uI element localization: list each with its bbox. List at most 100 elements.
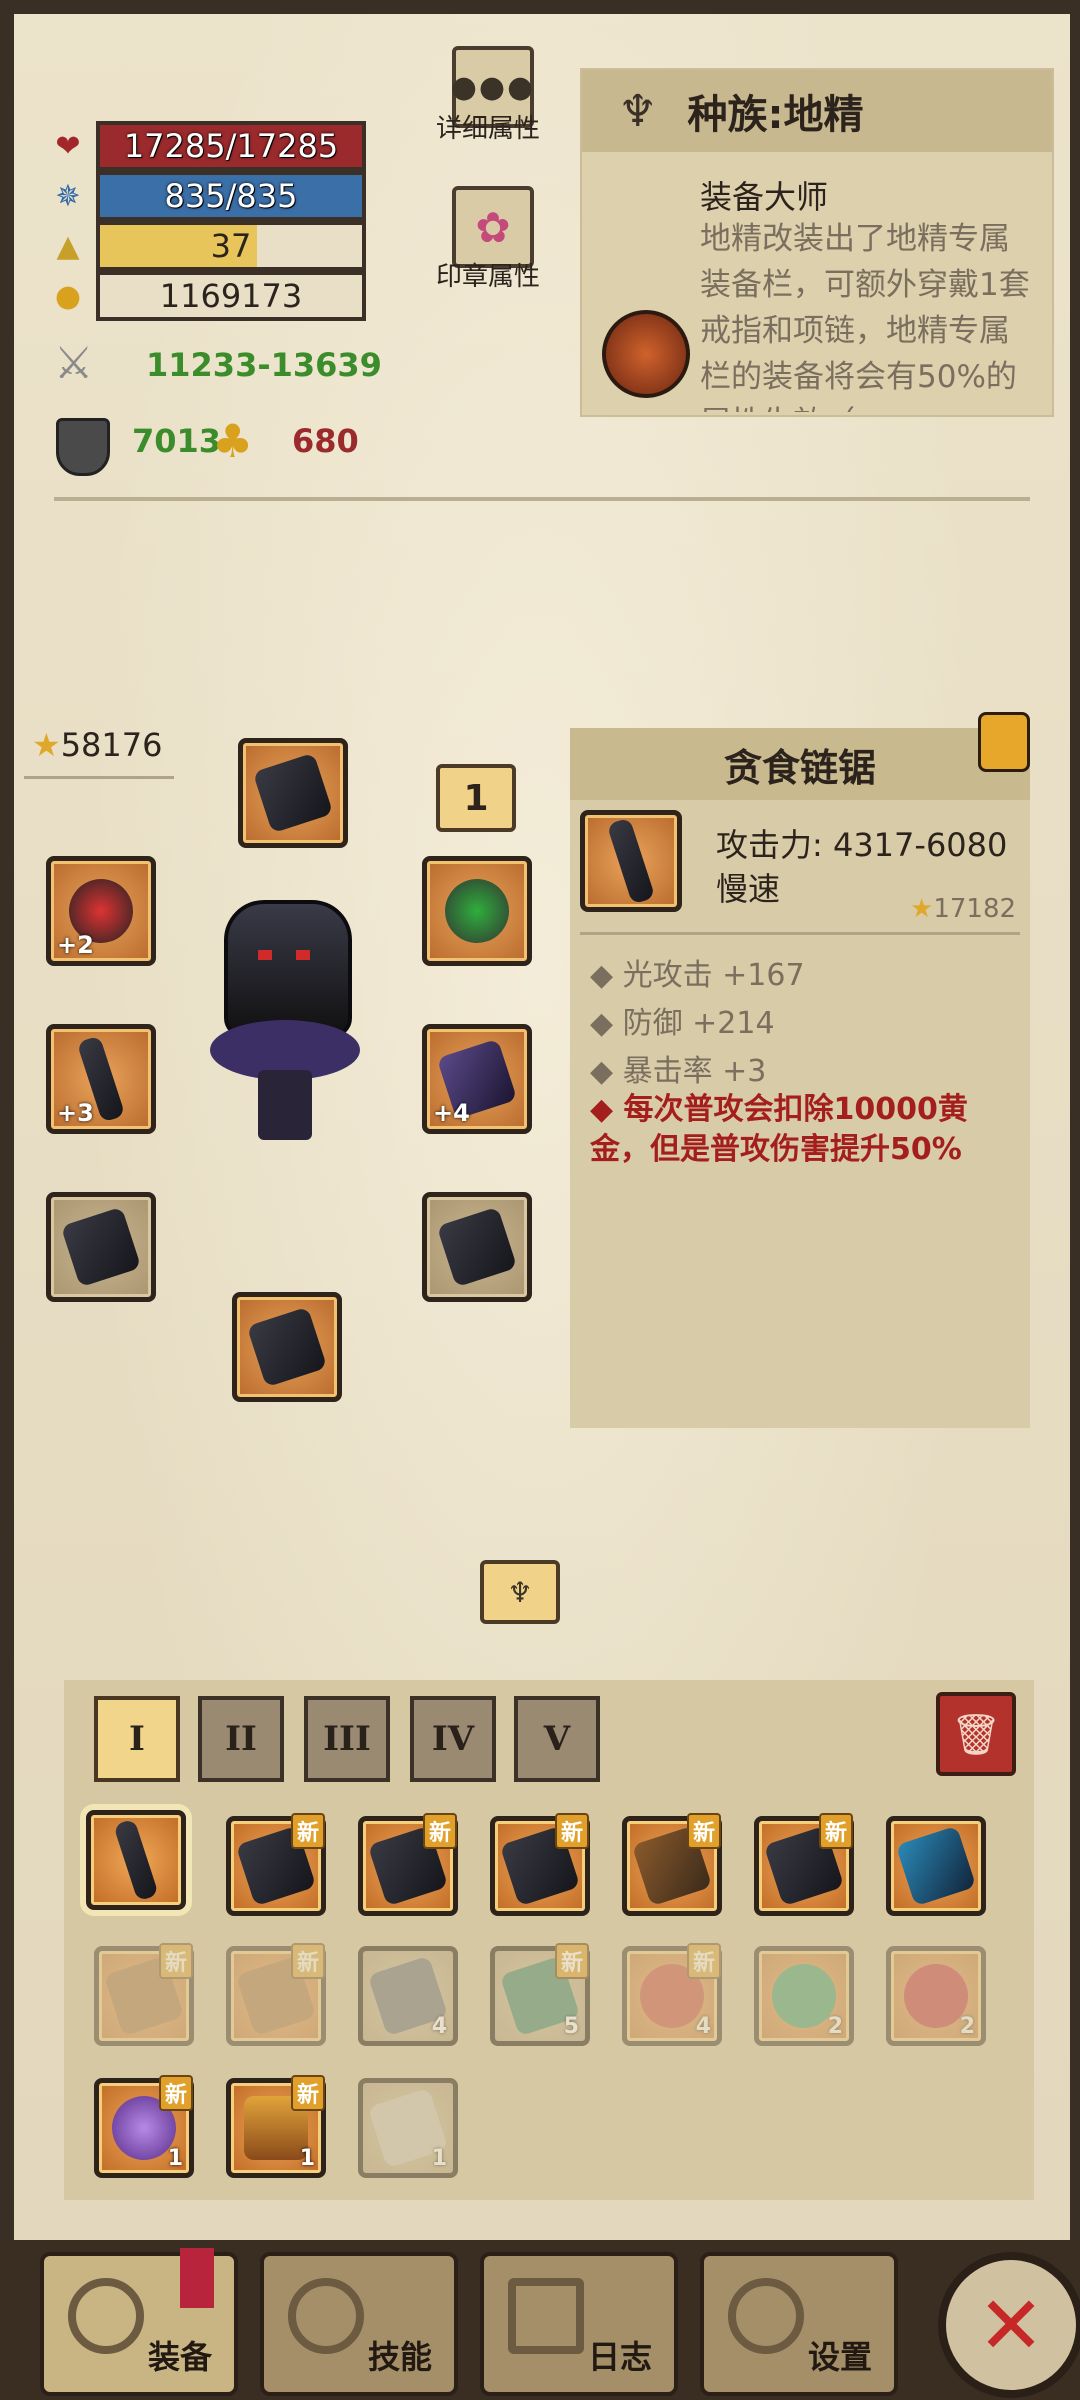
crossed-swords-icon: ⚔: [54, 338, 94, 389]
item-count: 1: [431, 2146, 447, 2171]
new-badge: 新: [290, 2075, 325, 2111]
inventory-slot[interactable]: 2: [886, 1946, 986, 2046]
tab-3[interactable]: III: [304, 1696, 390, 1782]
inventory-slot[interactable]: 新: [754, 1813, 854, 1916]
new-badge: 新: [686, 1943, 721, 1979]
chainsaw-icon: [606, 817, 656, 905]
dark-armor-icon: [436, 1206, 518, 1288]
inventory-slot[interactable]: [886, 1816, 986, 1916]
level-row: ▲ 37: [48, 221, 366, 271]
scroll-icon: [508, 2278, 584, 2354]
enhance-level: +3: [57, 1099, 94, 1127]
inventory-slot[interactable]: 新: [358, 1813, 458, 1916]
item-speed: 慢速: [716, 870, 781, 908]
frame-border: [0, 0, 1080, 14]
gold-row: ● 1169173: [48, 271, 366, 321]
item-special-text: 每次普攻会扣除10000黄金，但是普攻伤害提升50%: [590, 1092, 968, 1167]
inventory-slot[interactable]: [86, 1810, 186, 1910]
inventory-slot[interactable]: 新 1: [226, 2075, 326, 2178]
new-badge: 新: [818, 1813, 853, 1849]
enhance-level: +4: [433, 1099, 470, 1127]
inventory-slot[interactable]: 1: [358, 2078, 458, 2178]
dark-helm-icon: [252, 752, 334, 834]
star-icon: ★: [910, 894, 934, 924]
race-title: 种族:地精: [687, 92, 864, 138]
spiked-gauntlet-icon: [60, 1206, 142, 1288]
inventory-slot[interactable]: 新: [226, 1813, 326, 1916]
frame-border: [1070, 0, 1080, 2400]
amulet-slot[interactable]: +2: [46, 856, 156, 966]
dark-boots-icon: [246, 1306, 328, 1388]
tab-5[interactable]: V: [514, 1696, 600, 1782]
new-badge: 新: [158, 1943, 193, 1979]
goblin-slot-toggle[interactable]: ♆: [480, 1560, 560, 1624]
trash-icon: 🗑: [950, 1711, 1002, 1758]
new-badge: 新: [554, 1943, 589, 1979]
tab-1[interactable]: I: [94, 1696, 180, 1782]
chainsaw-icon: [113, 1818, 159, 1902]
item-stat-line: ◆ 防御 +214: [590, 1006, 775, 1041]
star-icon: ★: [32, 726, 61, 764]
weapon-slot[interactable]: +3: [46, 1024, 156, 1134]
shoulder-slot[interactable]: +4: [422, 1024, 532, 1134]
tab-2[interactable]: II: [198, 1696, 284, 1782]
item-count: 5: [563, 2014, 579, 2039]
gloves-slot[interactable]: [46, 1192, 156, 1302]
inventory-slot[interactable]: 新: [94, 1943, 194, 2046]
mp-bar: 835/835: [96, 171, 366, 221]
armor-slot[interactable]: [422, 1192, 532, 1302]
equipment-set-button[interactable]: 1: [436, 764, 516, 832]
necklace-slot[interactable]: [422, 856, 532, 966]
inventory-slot[interactable]: 新 5: [490, 1943, 590, 2046]
axe-helm-icon: [68, 2278, 144, 2354]
inventory-slot[interactable]: 新 1: [94, 2075, 194, 2178]
nav-equipment[interactable]: 装备: [40, 2248, 238, 2396]
close-icon: ✕: [977, 2278, 1045, 2372]
equipment-power: ★58176: [32, 726, 162, 764]
new-badge: 新: [290, 1813, 325, 1849]
level-bar: 37: [96, 221, 366, 271]
nav-log[interactable]: 日志: [480, 2252, 678, 2396]
shield-icon: [56, 418, 110, 476]
detail-attributes-label: 详细属性: [435, 114, 540, 144]
tab-4[interactable]: IV: [410, 1696, 496, 1782]
boots-slot[interactable]: [232, 1292, 342, 1402]
nav-skills[interactable]: 技能: [260, 2252, 458, 2396]
new-badge: 新: [422, 1813, 457, 1849]
item-stat: 光攻击 +167: [622, 958, 805, 993]
mp-row: ✵ 835/835: [48, 171, 366, 221]
nav-settings-label: 设置: [807, 2338, 872, 2376]
nav-settings[interactable]: 设置: [700, 2252, 898, 2396]
inventory-slot[interactable]: 新: [490, 1813, 590, 1916]
lock-icon[interactable]: [978, 712, 1030, 772]
equipment-power-value: 58176: [60, 726, 163, 764]
inventory-slot[interactable]: 2: [754, 1946, 854, 2046]
gold-bar: 1169173: [96, 271, 366, 321]
divider: [580, 932, 1020, 935]
trait-icon: [602, 310, 690, 398]
item-stat: 暴击率 +3: [622, 1054, 767, 1089]
item-count: 1: [167, 2146, 183, 2171]
nav-skills-label: 技能: [367, 2338, 432, 2376]
hp-value: 17285/17285: [123, 127, 339, 165]
more-dots-icon: ●●●: [450, 69, 536, 105]
mp-value: 835/835: [164, 177, 298, 215]
trash-button[interactable]: 🗑: [936, 1692, 1016, 1776]
close-button[interactable]: ✕: [938, 2252, 1080, 2398]
defense-value: 7013: [132, 422, 222, 460]
gold-icon: ●: [54, 278, 82, 314]
item-name: 贪食链锯: [570, 728, 1030, 800]
new-badge: 新: [554, 1813, 589, 1849]
gear-icon: [728, 2278, 804, 2354]
goblin-emblem-icon: ♆: [507, 1575, 533, 1609]
power-underline: [24, 776, 174, 779]
hp-bar: 17285/17285: [96, 121, 366, 171]
helmet-slot[interactable]: [238, 738, 348, 848]
character-avatar: [200, 900, 370, 1160]
inventory-slot[interactable]: 4: [358, 1946, 458, 2046]
trait-description: 地精改装出了地精专属装备栏，可额外穿戴1套戒指和项链，地精专属栏的装备将会有50…: [700, 221, 1030, 412]
inventory-slot[interactable]: 新 4: [622, 1943, 722, 2046]
inventory-slot[interactable]: 新: [226, 1943, 326, 2046]
inventory-slot[interactable]: 新: [622, 1813, 722, 1916]
trait-title: 装备大师: [700, 178, 829, 216]
